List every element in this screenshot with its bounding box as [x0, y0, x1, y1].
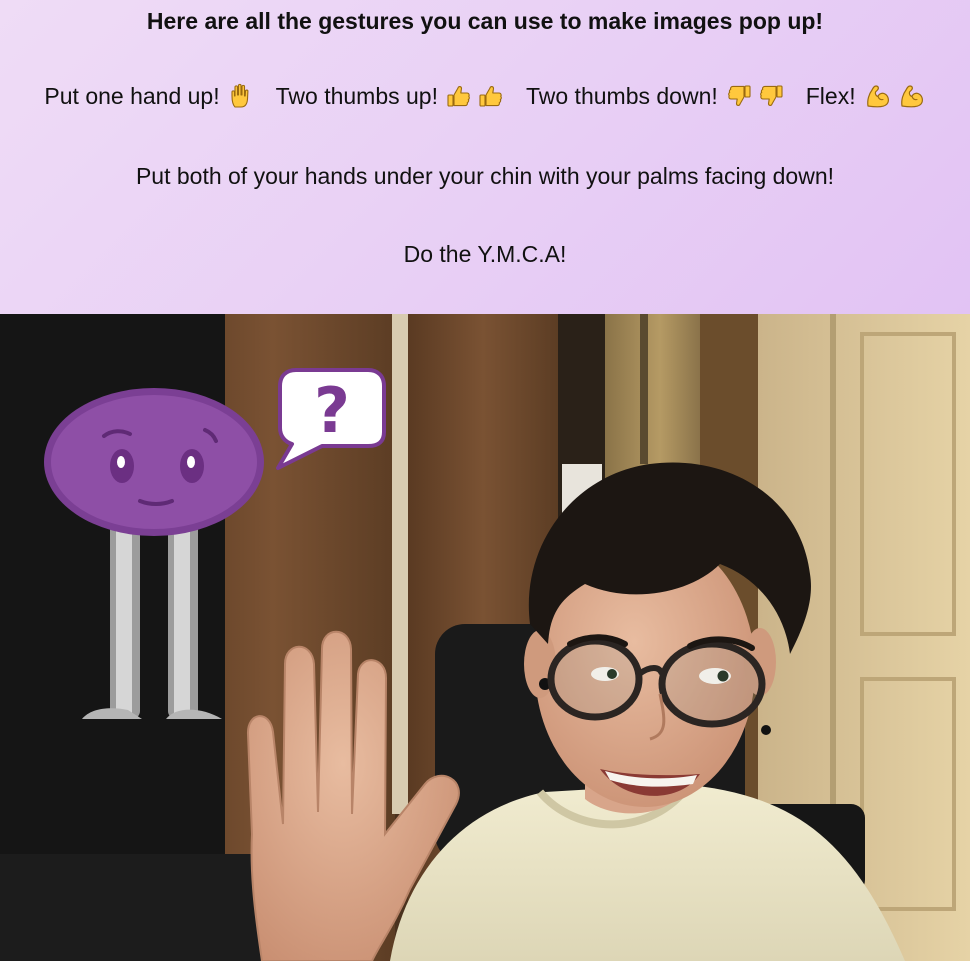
desk-shadow: [0, 854, 280, 961]
curtain-fold: [640, 314, 648, 464]
thumbs-down-icon: [759, 85, 783, 106]
gesture-flex: Flex!: [806, 83, 926, 109]
raised-hand-icon: [231, 83, 249, 108]
question-mark-icon: ?: [314, 374, 350, 447]
character-leg-left-highlight: [116, 519, 132, 714]
character-body: [51, 395, 257, 529]
pupil-left: [607, 669, 617, 679]
gesture-label: Two thumbs up!: [275, 83, 438, 109]
flexed-biceps-icon: [900, 85, 923, 108]
character-leg-right-highlight: [174, 519, 190, 714]
flexed-biceps-icon: [866, 85, 889, 108]
thumbs-up-icon: [479, 86, 502, 107]
earring-right: [761, 725, 771, 735]
character-eye-right-shine: [187, 456, 195, 468]
gesture-label: Flex!: [805, 83, 856, 109]
page-title: Here are all the gestures you can use to…: [146, 8, 824, 34]
gesture-list: Put one hand up! Two thumbs up! Two thum…: [0, 83, 970, 109]
pupil-right: [717, 670, 729, 682]
gesture-two-thumbs-up: Two thumbs up!: [276, 83, 504, 109]
ymca-gesture-instruction: Do the Y.M.C.A!: [403, 241, 567, 267]
thumbs-up-icon: [447, 86, 470, 107]
thumbs-down-icon: [727, 85, 751, 106]
glasses-right-lens: [658, 640, 766, 728]
webcam-feed: ?: [0, 314, 970, 961]
gesture-label: Put one hand up!: [44, 83, 220, 109]
character-eye-left-shine: [117, 456, 125, 468]
webcam-scene: ?: [0, 314, 970, 961]
wall-trim: [392, 314, 408, 814]
glasses-left-lens: [547, 637, 643, 721]
gesture-two-thumbs-down: Two thumbs down!: [526, 83, 784, 109]
gesture-instructions-banner: Here are all the gestures you can use to…: [0, 0, 970, 314]
gesture-label: Two thumbs down!: [525, 83, 718, 109]
gesture-one-hand-up: Put one hand up!: [44, 83, 253, 109]
chin-gesture-instruction: Put both of your hands under your chin w…: [135, 163, 835, 189]
